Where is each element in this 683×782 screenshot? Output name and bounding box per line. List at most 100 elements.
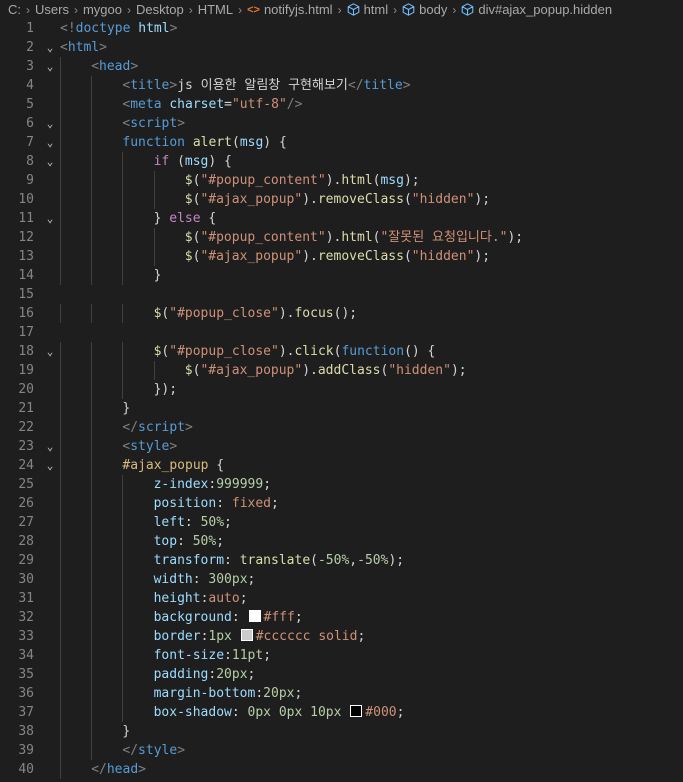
code-line[interactable]: 39 </style> [0, 741, 683, 760]
indent-guide [91, 684, 93, 703]
code-line[interactable]: 16 $("#popup_close").focus(); [0, 304, 683, 323]
code-line[interactable]: 24 ⌄ #ajax_popup { [0, 456, 683, 475]
code-token: #ajax_popup [122, 458, 209, 473]
code-line[interactable]: 3 ⌄ <head> [0, 57, 683, 76]
indent-guide [122, 228, 124, 247]
breadcrumb-item[interactable]: Desktop [136, 2, 184, 17]
code-line[interactable]: 32 background: #fff; [0, 608, 683, 627]
color-swatch-icon[interactable] [248, 610, 261, 622]
code-line[interactable]: 22 </script> [0, 418, 683, 437]
code-line[interactable]: 28 top: 50%; [0, 532, 683, 551]
code-token: ( [403, 249, 412, 264]
code-text: font-size:11pt; [154, 646, 271, 665]
code-line[interactable]: 13 $("#ajax_popup").removeClass("hidden")… [0, 247, 683, 266]
code-line[interactable]: 29 transform: translate(-50%,-50%); [0, 551, 683, 570]
code-line[interactable]: 7 ⌄ function alert(msg) { [0, 133, 683, 152]
code-editor[interactable]: 1 <!doctype html> 2 ⌄ <html> 3 ⌄ <head> 4 <title>… [0, 19, 683, 779]
code-line[interactable]: 40 </head> [0, 760, 683, 779]
code-token: top [153, 534, 178, 549]
breadcrumb-item[interactable]: Users [35, 2, 69, 17]
code-line[interactable]: 8 ⌄ if (msg) { [0, 152, 683, 171]
fold-chevron-icon[interactable]: ⌄ [44, 342, 56, 361]
color-swatch-icon[interactable] [350, 705, 363, 717]
fold-chevron-icon[interactable]: ⌄ [44, 114, 56, 133]
code-text: $("#popup_close").click(function() { [154, 342, 436, 361]
code-line[interactable]: 17 [0, 323, 683, 342]
code-line[interactable]: 14} [0, 266, 683, 285]
code-line[interactable]: 26 position: fixed; [0, 494, 683, 513]
fold-chevron-icon[interactable]: ⌄ [44, 152, 56, 171]
indent-guide [91, 456, 93, 475]
fold-chevron-icon[interactable]: ⌄ [44, 133, 56, 152]
code-line[interactable]: 33 border:1px #cccccc solid; [0, 627, 683, 646]
code-line[interactable]: 36 margin-bottom:20px; [0, 684, 683, 703]
chevron-right-icon: › [26, 2, 30, 17]
code-line[interactable]: 31 height:auto; [0, 589, 683, 608]
indent-guide [122, 475, 124, 494]
code-line[interactable]: 35 padding:20px; [0, 665, 683, 684]
fold-chevron-icon[interactable]: ⌄ [44, 456, 56, 475]
indent-guide [60, 684, 61, 703]
code-line[interactable]: 10 $("#ajax_popup").removeClass("hidden")… [0, 190, 683, 209]
code-text: background: #fff; [154, 608, 303, 627]
breadcrumb-item[interactable]: body [402, 2, 447, 17]
breadcrumb-item[interactable]: <> notifyjs.html [247, 2, 333, 17]
code-text: <style> [122, 437, 177, 456]
code-line[interactable]: 6 ⌄ <script> [0, 114, 683, 133]
breadcrumb-item[interactable]: C: [8, 2, 21, 17]
code-token: > [169, 78, 178, 93]
code-line[interactable]: 27 left: 50%; [0, 513, 683, 532]
code-line[interactable]: 34 font-size:11pt; [0, 646, 683, 665]
code-token: : [255, 686, 264, 701]
code-text: } [154, 266, 162, 285]
breadcrumb-item[interactable]: mygoo [83, 2, 122, 17]
indent-guide [60, 361, 61, 380]
code-line[interactable]: 1 <!doctype html> [0, 19, 683, 38]
code-line[interactable]: 15 [0, 285, 683, 304]
color-swatch-icon[interactable] [240, 629, 253, 641]
fold-chevron-icon[interactable]: ⌄ [44, 38, 56, 57]
breadcrumb-item[interactable]: html [347, 2, 388, 17]
indent-guide [60, 665, 61, 684]
code-line[interactable]: 19 $("#ajax_popup").addClass("hidden"); [0, 361, 683, 380]
code-line[interactable]: 11 ⌄} else { [0, 209, 683, 228]
code-token: $ [184, 173, 193, 188]
line-number: 30 [18, 572, 34, 587]
indent-guide [60, 741, 61, 760]
code-line[interactable]: 23 ⌄ <style> [0, 437, 683, 456]
fold-chevron-icon[interactable]: ⌄ [44, 209, 56, 228]
code-line[interactable]: 4 <title>js 이용한 알림창 구현해보기</title> [0, 76, 683, 95]
code-line[interactable]: 25 z-index:999999; [0, 475, 683, 494]
code-line[interactable]: 18 ⌄ $("#popup_close").click(function() { [0, 342, 683, 361]
code-line[interactable]: 12 $("#popup_content").html("잘못된 요청입니다.")… [0, 228, 683, 247]
code-token: -50% [317, 553, 350, 568]
code-token: ; [224, 515, 232, 530]
breadcrumb-item[interactable]: HTML [198, 2, 233, 17]
code-token: 1px [208, 629, 232, 644]
code-token: ); [474, 249, 491, 264]
code-token: html [341, 173, 373, 188]
code-line[interactable]: 5 <meta charset="utf-8"/> [0, 95, 683, 114]
code-token: ( [310, 553, 318, 568]
indent-guide [91, 228, 93, 247]
code-token: #000 [365, 705, 397, 720]
indent-guide [91, 475, 93, 494]
code-line[interactable]: 9 $("#popup_content").html(msg); [0, 171, 683, 190]
code-token: = [224, 97, 232, 112]
fold-chevron-icon[interactable]: ⌄ [44, 57, 56, 76]
code-line[interactable]: 38} [0, 722, 683, 741]
breadcrumb-item[interactable]: div#ajax_popup.hidden [461, 2, 612, 17]
code-line[interactable]: 2 ⌄ <html> [0, 38, 683, 57]
indent-guide [91, 646, 93, 665]
indent-guide [122, 570, 124, 589]
code-line[interactable]: 21} [0, 399, 683, 418]
code-token: : [224, 553, 240, 568]
code-line[interactable]: 37 box-shadow: 0px 0px 10px #000; [0, 703, 683, 722]
line-number: 12 [18, 230, 34, 245]
indent-guide [91, 380, 93, 399]
code-token: </ [122, 420, 139, 435]
code-line[interactable]: 30 width: 300px; [0, 570, 683, 589]
code-token: transform [153, 553, 225, 568]
code-line[interactable]: 20}); [0, 380, 683, 399]
fold-chevron-icon[interactable]: ⌄ [44, 437, 56, 456]
